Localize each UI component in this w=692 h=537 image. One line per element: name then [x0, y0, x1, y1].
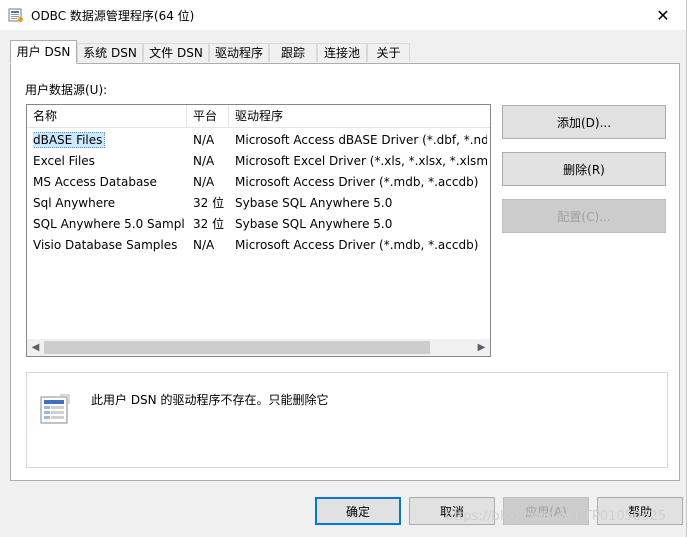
user-dsn-panel: 用户数据源(U): 名称 平台 驱动程序 dBASE Files N/A Mic… [10, 63, 680, 481]
row-driver: Microsoft Access Driver (*.mdb, *.accdb) [235, 238, 479, 252]
list-row[interactable]: SQL Anywhere 5.0 Sample 32 位 Sybase SQL … [27, 214, 490, 235]
odbc-dialog-window: ODBC 数据源管理程序(64 位) ✕ 用户 DSN 系统 DSN 文件 DS… [0, 0, 687, 537]
row-driver: Microsoft Access Driver (*.mdb, *.accdb) [235, 175, 479, 189]
ok-button[interactable]: 确定 [315, 497, 401, 525]
row-driver: Sybase SQL Anywhere 5.0 [235, 196, 393, 210]
row-driver: Microsoft Access dBASE Driver (*.dbf, *.… [235, 133, 487, 147]
row-name: SQL Anywhere 5.0 Sample [33, 217, 185, 231]
scroll-right-arrow-icon[interactable]: ▶ [473, 339, 490, 356]
list-row[interactable]: Sql Anywhere 32 位 Sybase SQL Anywhere 5.… [27, 193, 490, 214]
list-row[interactable]: Excel Files N/A Microsoft Excel Driver (… [27, 151, 490, 172]
info-message: 此用户 DSN 的驱动程序不存在。只能删除它 [91, 393, 329, 407]
window-title: ODBC 数据源管理程序(64 位) [31, 9, 195, 23]
list-header: 名称 平台 驱动程序 [27, 105, 490, 128]
configure-button[interactable]: 配置(C)... [502, 199, 666, 233]
help-button[interactable]: 帮助 [597, 497, 683, 525]
row-name: MS Access Database [33, 175, 157, 189]
tab-user-dsn[interactable]: 用户 DSN [10, 40, 77, 64]
list-row[interactable]: dBASE Files N/A Microsoft Access dBASE D… [27, 130, 490, 151]
scrollbar-thumb[interactable] [44, 341, 430, 354]
row-platform: N/A [193, 133, 215, 147]
row-driver: Microsoft Excel Driver (*.xls, *.xlsx, *… [235, 154, 487, 168]
tab-file-dsn[interactable]: 文件 DSN [143, 43, 209, 62]
scroll-left-arrow-icon[interactable]: ◀ [27, 339, 44, 356]
row-driver: Sybase SQL Anywhere 5.0 [235, 217, 393, 231]
tab-drivers[interactable]: 驱动程序 [209, 43, 269, 62]
add-button[interactable]: 添加(D)... [502, 105, 666, 139]
row-platform: 32 位 [193, 217, 225, 231]
close-icon: ✕ [656, 5, 670, 25]
data-source-icon [40, 394, 70, 424]
list-row[interactable]: Visio Database Samples N/A Microsoft Acc… [27, 235, 490, 256]
list-row[interactable]: MS Access Database N/A Microsoft Access … [27, 172, 490, 193]
horizontal-scrollbar[interactable]: ◀ ▶ [27, 339, 490, 356]
data-source-list[interactable]: 名称 平台 驱动程序 dBASE Files N/A Microsoft Acc… [26, 104, 491, 357]
tab-tracing[interactable]: 跟踪 [269, 43, 317, 62]
column-header-platform[interactable]: 平台 [187, 105, 229, 127]
user-data-sources-label: 用户数据源(U): [25, 83, 108, 97]
row-name: Visio Database Samples [33, 238, 178, 252]
row-platform: N/A [193, 238, 215, 252]
row-platform: N/A [193, 175, 215, 189]
odbc-app-icon [8, 8, 23, 22]
row-name: Excel Files [33, 154, 95, 168]
remove-button[interactable]: 删除(R) [502, 152, 666, 186]
info-box: 此用户 DSN 的驱动程序不存在。只能删除它 [26, 372, 668, 468]
column-header-name[interactable]: 名称 [27, 105, 187, 127]
column-header-driver[interactable]: 驱动程序 [229, 105, 490, 127]
tab-connection-pooling[interactable]: 连接池 [317, 43, 367, 62]
row-platform: 32 位 [193, 196, 225, 210]
cancel-button[interactable]: 取消 [409, 497, 495, 525]
tab-about[interactable]: 关于 [367, 43, 410, 62]
apply-button[interactable]: 应用(A) [503, 497, 589, 525]
title-bar: ODBC 数据源管理程序(64 位) ✕ [0, 0, 686, 30]
row-platform: N/A [193, 154, 215, 168]
row-name: Sql Anywhere [33, 196, 116, 210]
row-name: dBASE Files [33, 132, 106, 148]
close-button[interactable]: ✕ [640, 0, 686, 30]
tab-system-dsn[interactable]: 系统 DSN [77, 43, 143, 62]
